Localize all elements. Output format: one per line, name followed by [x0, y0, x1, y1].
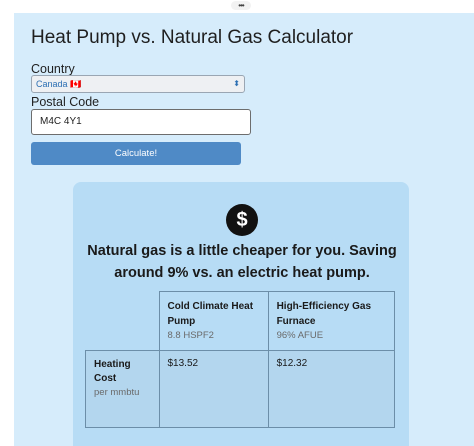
comparison-table: Cold Climate Heat Pump 8.8 HSPF2 High-Ef… [85, 291, 396, 428]
table-header-heat-pump: Cold Climate Heat Pump 8.8 HSPF2 [158, 291, 269, 351]
chevron-up-down-icon: ⬍ [233, 79, 240, 88]
heat-pump-cost: $13.52 [158, 350, 269, 428]
country-selected-value: Canada 🇨🇦 [36, 79, 82, 89]
postal-code-input[interactable] [31, 109, 251, 135]
country-label: Country [31, 62, 75, 76]
page-title: Heat Pump vs. Natural Gas Calculator [31, 27, 354, 48]
dollar-circle-icon: $ [226, 204, 258, 236]
table-header-gas-furnace: High-Efficiency Gas Furnace 96% AFUE [267, 291, 396, 351]
result-card: $ Natural gas is a little cheaper for yo… [73, 182, 409, 446]
calculate-button[interactable]: Calculate! [31, 142, 241, 165]
country-select[interactable]: Canada 🇨🇦 ⬍ [31, 75, 245, 93]
row-label-heating-cost: Heating Cost per mmbtu [85, 350, 160, 428]
browser-top-bar: ••• [0, 0, 474, 12]
table-row: Heating Cost per mmbtu $13.52 $12.32 [85, 350, 396, 428]
table-header-row: Cold Climate Heat Pump 8.8 HSPF2 High-Ef… [85, 291, 396, 351]
postal-code-label: Postal Code [31, 95, 100, 109]
more-options-icon[interactable]: ••• [231, 1, 251, 10]
gas-furnace-cost: $12.32 [267, 350, 396, 428]
calculator-frame: Heat Pump vs. Natural Gas Calculator Cou… [14, 13, 474, 446]
table-corner-cell [85, 291, 160, 351]
result-headline: Natural gas is a little cheaper for you.… [87, 243, 397, 281]
